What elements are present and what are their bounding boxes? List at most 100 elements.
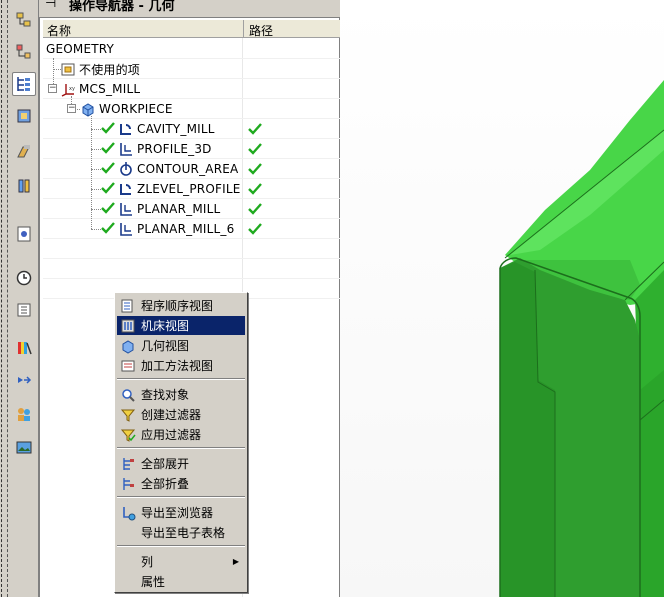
find-object-icon bbox=[119, 386, 137, 404]
constraint-navigator-icon[interactable] bbox=[12, 40, 36, 64]
menu-item-label: 列 bbox=[141, 555, 154, 569]
path-ok-check-icon bbox=[248, 223, 262, 235]
status-check-icon bbox=[101, 181, 115, 197]
tree-node-mcs-mill[interactable]: xy MCS_MILL bbox=[60, 79, 140, 99]
system-visualization-icon[interactable] bbox=[12, 436, 36, 460]
operation-name: PLANAR_MILL bbox=[137, 202, 221, 216]
collapse-toggle[interactable]: − bbox=[48, 84, 57, 93]
status-check-icon bbox=[101, 141, 115, 157]
path-ok-check-icon bbox=[248, 183, 262, 195]
machine-tool-view-icon bbox=[119, 317, 137, 335]
menu-item-label: 全部展开 bbox=[141, 457, 190, 471]
status-check-icon bbox=[101, 121, 115, 137]
context-menu: 程序顺序视图 机床视图 几何视图 加工方法视图 查找对象 创建过滤器 应用过滤器… bbox=[114, 292, 248, 593]
collapse-toggle[interactable]: − bbox=[67, 104, 76, 113]
system-materials-icon[interactable] bbox=[12, 298, 36, 322]
tree-node-operation[interactable]: PROFILE_3D bbox=[101, 139, 212, 159]
navigator-title: 操作导航器 - 几何 bbox=[69, 0, 175, 14]
path-ok-check-icon bbox=[248, 143, 262, 155]
tree-node-operation[interactable]: ZLEVEL_PROFILE bbox=[101, 179, 241, 199]
menu-item-label: 应用过滤器 bbox=[141, 428, 202, 442]
tree-node-label: WORKPIECE bbox=[99, 102, 173, 116]
process-studio-icon[interactable] bbox=[12, 336, 36, 360]
program-order-view-icon bbox=[119, 297, 137, 315]
submenu-arrow-icon: ▶ bbox=[232, 557, 239, 566]
export-browser-icon bbox=[119, 504, 137, 522]
tree-node-operation[interactable]: CONTOUR_AREA bbox=[101, 159, 238, 179]
menu-item-geometry-view[interactable]: 几何视图 bbox=[117, 336, 245, 355]
menu-item-label: 属性 bbox=[141, 575, 166, 589]
dock-edge bbox=[0, 0, 8, 597]
navigator-title-bar: ⊣ 操作导航器 - 几何 bbox=[39, 0, 340, 18]
tree-node-label: 不使用的项 bbox=[79, 62, 141, 77]
menu-separator bbox=[117, 378, 245, 380]
tree-node-operation[interactable]: PLANAR_MILL bbox=[101, 199, 220, 219]
menu-item-label: 几何视图 bbox=[141, 339, 190, 353]
machine-navigator-icon[interactable] bbox=[12, 104, 36, 128]
expand-all-icon bbox=[119, 455, 137, 473]
tree-node-geometry[interactable]: GEOMETRY bbox=[46, 39, 114, 59]
path-ok-check-icon bbox=[248, 203, 262, 215]
menu-item-label: 导出至电子表格 bbox=[141, 526, 226, 540]
menu-item-label: 导出至浏览器 bbox=[141, 506, 214, 520]
tool-library-icon[interactable] bbox=[12, 140, 36, 164]
roles-icon[interactable] bbox=[12, 402, 36, 426]
history-icon[interactable] bbox=[12, 266, 36, 290]
cavity-mill-icon bbox=[118, 121, 134, 137]
tree-node-label: GEOMETRY bbox=[46, 42, 115, 56]
contour-area-icon bbox=[118, 161, 134, 177]
profile-3d-icon bbox=[118, 141, 134, 157]
machining-method-view-icon bbox=[119, 357, 137, 375]
menu-item-export-browser[interactable]: 导出至浏览器 bbox=[117, 503, 245, 522]
tree-node-label: MCS_MILL bbox=[79, 82, 141, 96]
menu-separator bbox=[117, 447, 245, 449]
menu-item-apply-filter[interactable]: 应用过滤器 bbox=[117, 425, 245, 444]
create-filter-icon bbox=[119, 406, 137, 424]
path-ok-check-icon bbox=[248, 123, 262, 135]
menu-item-label: 创建过滤器 bbox=[141, 408, 202, 422]
menu-item-expand-all[interactable]: 全部展开 bbox=[117, 454, 245, 473]
mcs-icon: xy bbox=[60, 81, 76, 97]
collapse-all-icon bbox=[119, 475, 137, 493]
geometry-view-icon bbox=[119, 337, 137, 355]
zlevel-profile-icon bbox=[118, 181, 134, 197]
workpiece-icon bbox=[80, 101, 96, 117]
unused-folder-icon bbox=[60, 61, 76, 77]
operation-name: ZLEVEL_PROFILE bbox=[137, 182, 241, 196]
menu-separator bbox=[117, 545, 245, 547]
reuse-library-icon[interactable] bbox=[12, 222, 36, 246]
menu-item-machine-tool-view[interactable]: 机床视图 bbox=[117, 316, 245, 335]
menu-item-label: 查找对象 bbox=[141, 388, 190, 402]
operation-navigator-icon[interactable] bbox=[12, 72, 36, 96]
menu-item-columns[interactable]: 列 ▶ bbox=[117, 552, 245, 571]
column-name-header[interactable]: 名称 bbox=[47, 22, 71, 39]
tree-node-workpiece[interactable]: WORKPIECE bbox=[80, 99, 173, 119]
menu-item-create-filter[interactable]: 创建过滤器 bbox=[117, 405, 245, 424]
menu-item-export-spreadsheet[interactable]: 导出至电子表格 bbox=[117, 523, 245, 542]
menu-item-find-object[interactable]: 查找对象 bbox=[117, 385, 245, 404]
tree-node-unused[interactable]: 不使用的项 bbox=[60, 59, 140, 79]
menu-item-program-order-view[interactable]: 程序顺序视图 bbox=[117, 296, 245, 315]
operation-name: PLANAR_MILL_6 bbox=[137, 222, 235, 236]
tree-node-operation[interactable]: CAVITY_MILL bbox=[101, 119, 215, 139]
svg-text:xy: xy bbox=[69, 86, 75, 92]
menu-item-label: 加工方法视图 bbox=[141, 359, 214, 373]
planar-mill-icon bbox=[118, 201, 134, 217]
path-ok-check-icon bbox=[248, 163, 262, 175]
menu-item-label: 机床视图 bbox=[141, 319, 190, 333]
tree-node-operation[interactable]: PLANAR_MILL_6 bbox=[101, 219, 234, 239]
assembly-navigator-icon[interactable] bbox=[12, 8, 36, 32]
menu-item-machining-method-view[interactable]: 加工方法视图 bbox=[117, 356, 245, 375]
column-path-header[interactable]: 路径 bbox=[249, 22, 273, 39]
menu-item-label: 全部折叠 bbox=[141, 477, 190, 491]
graphics-viewport[interactable] bbox=[340, 0, 664, 597]
operation-name: PROFILE_3D bbox=[137, 142, 212, 156]
part-family-icon[interactable] bbox=[12, 174, 36, 198]
menu-separator bbox=[117, 496, 245, 498]
manufacturing-wizard-icon[interactable] bbox=[12, 368, 36, 392]
menu-item-label: 程序顺序视图 bbox=[141, 299, 214, 313]
menu-item-collapse-all[interactable]: 全部折叠 bbox=[117, 474, 245, 493]
pin-icon[interactable]: ⊣ bbox=[45, 0, 56, 11]
menu-item-properties[interactable]: 属性 bbox=[117, 572, 245, 591]
apply-filter-icon bbox=[119, 426, 137, 444]
